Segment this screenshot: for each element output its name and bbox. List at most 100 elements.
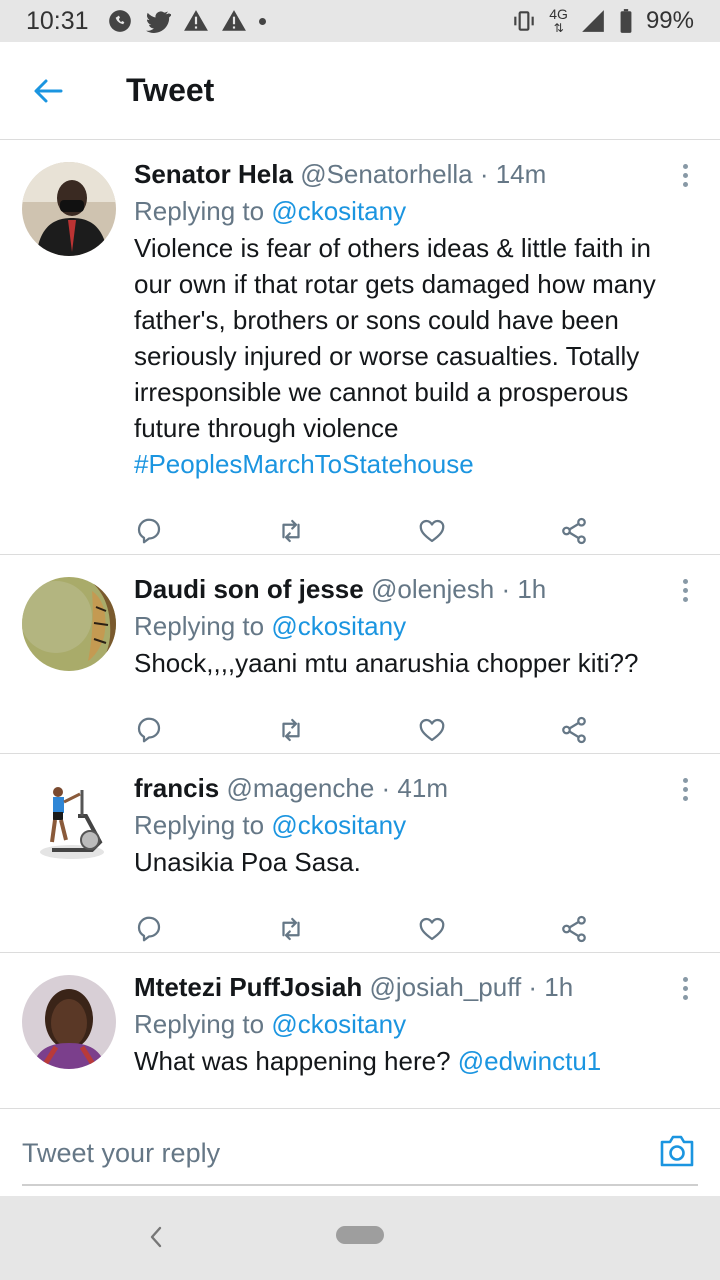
tweet-header: Mtetezi PuffJosiah @josiah_puff · 1h — [134, 969, 700, 1005]
replying-prefix: Replying to — [134, 1009, 265, 1039]
battery-icon — [620, 9, 632, 33]
share-button[interactable] — [559, 509, 701, 553]
avatar-image — [22, 577, 116, 671]
replying-prefix: Replying to — [134, 611, 265, 641]
tweet-time: · 1h — [528, 972, 574, 1002]
avatar[interactable] — [22, 776, 116, 870]
data-arrows-icon: ⇅ — [553, 21, 564, 35]
reply-icon — [137, 717, 161, 743]
replying-prefix: Replying to — [134, 196, 265, 226]
share-icon — [561, 915, 586, 943]
arrow-left-icon — [34, 79, 63, 102]
network-type: 4G ⇅ — [549, 6, 568, 35]
status-bar: 10:31 4G ⇅ 99% — [0, 0, 720, 42]
mention-link[interactable]: @edwinctu1 — [458, 1046, 601, 1076]
reply-composer — [0, 1108, 720, 1196]
share-button[interactable] — [559, 708, 701, 752]
tweet-text: Unasikia Poa Sasa. — [134, 844, 700, 880]
tweet-item[interactable]: Senator Hela @Senatorhella · 14m Replyin… — [0, 140, 720, 555]
status-left: 10:31 — [26, 7, 266, 36]
heart-icon — [419, 718, 445, 742]
replying-to-link[interactable]: @ckositany — [271, 810, 406, 840]
page-title: Tweet — [126, 72, 215, 108]
replying-prefix: Replying to — [134, 810, 265, 840]
like-button[interactable] — [417, 708, 559, 752]
tweet-item[interactable]: Mtetezi PuffJosiah @josiah_puff · 1h Rep… — [0, 953, 720, 1108]
reply-button[interactable] — [134, 509, 276, 553]
tweet-header: Daudi son of jesse @olenjesh · 1h — [134, 571, 700, 607]
signal-icon — [582, 10, 604, 32]
battery-percent: 99% — [645, 7, 694, 34]
replying-to: Replying to @ckositany — [134, 607, 700, 645]
whatsapp-icon — [108, 10, 131, 32]
avatar[interactable] — [22, 162, 116, 256]
twitter-icon — [145, 11, 171, 33]
author-name[interactable]: Mtetezi PuffJosiah — [134, 972, 362, 1002]
more-notifications-dot — [258, 17, 266, 25]
notification-icons — [107, 8, 266, 34]
heart-icon — [419, 917, 445, 941]
tweet-text-content: Shock,,,,yaani mtu anarushia chopper kit… — [134, 648, 639, 678]
warning-icon — [221, 10, 246, 31]
retweet-icon — [281, 718, 300, 742]
retweet-icon — [281, 917, 300, 941]
more-options-button[interactable] — [670, 160, 700, 190]
nav-back-icon[interactable] — [144, 1222, 168, 1252]
reply-icon — [137, 518, 161, 544]
more-options-button[interactable] — [670, 774, 700, 804]
replying-to: Replying to @ckositany — [134, 192, 700, 230]
avatar-image — [22, 975, 116, 1069]
heart-icon — [419, 519, 445, 543]
tweet-time: · 1h — [501, 574, 547, 604]
more-options-button[interactable] — [670, 575, 700, 605]
tweet-text: Violence is fear of others ideas & littl… — [134, 230, 700, 482]
share-icon — [561, 517, 586, 545]
tweet-item[interactable]: Daudi son of jesse @olenjesh · 1h Replyi… — [0, 555, 720, 754]
tweet-text-content: Unasikia Poa Sasa. — [134, 847, 361, 877]
composer-underline — [22, 1184, 698, 1186]
reply-input[interactable] — [22, 1129, 622, 1177]
nav-home-pill[interactable] — [336, 1226, 384, 1244]
tweet-text: Shock,,,,yaani mtu anarushia chopper kit… — [134, 645, 700, 681]
tweet-item[interactable]: francis @magenche · 41m Replying to @cko… — [0, 754, 720, 953]
tweet-text-content: What was happening here? — [134, 1046, 451, 1076]
share-button[interactable] — [559, 907, 701, 951]
author-name[interactable]: Senator Hela — [134, 159, 293, 189]
reply-button[interactable] — [134, 907, 276, 951]
author-handle: @Senatorhella — [300, 159, 473, 189]
author-handle: @josiah_puff — [369, 972, 522, 1002]
tweet-header: Senator Hela @Senatorhella · 14m — [134, 156, 700, 192]
share-icon — [561, 716, 586, 744]
camera-icon[interactable] — [658, 1133, 696, 1169]
replying-to-link[interactable]: @ckositany — [271, 196, 406, 226]
retweet-icon — [281, 519, 300, 543]
tweet-text: What was happening here? @edwinctu1 — [134, 1043, 700, 1079]
retweet-button[interactable] — [276, 907, 418, 951]
like-button[interactable] — [417, 907, 559, 951]
avatar[interactable] — [22, 577, 116, 671]
like-button[interactable] — [417, 509, 559, 553]
more-options-button[interactable] — [670, 973, 700, 1003]
retweet-button[interactable] — [276, 509, 418, 553]
avatar-image — [22, 162, 116, 256]
tweet-time: · 41m — [381, 773, 449, 803]
app-header: Tweet — [0, 42, 720, 140]
tweet-text-content: Violence is fear of others ideas & littl… — [134, 233, 656, 443]
reply-icon — [137, 916, 161, 942]
hashtag-link[interactable]: #PeoplesMarchToStatehouse — [134, 449, 474, 479]
avatar[interactable] — [22, 975, 116, 1069]
author-name[interactable]: Daudi son of jesse — [134, 574, 364, 604]
reply-button[interactable] — [134, 708, 276, 752]
replying-to-link[interactable]: @ckositany — [271, 1009, 406, 1039]
retweet-button[interactable] — [276, 708, 418, 752]
vibrate-icon — [514, 11, 535, 31]
author-name[interactable]: francis — [134, 773, 219, 803]
replying-to: Replying to @ckositany — [134, 1005, 700, 1043]
avatar-image — [22, 776, 116, 870]
tweet-list: Senator Hela @Senatorhella · 14m Replyin… — [0, 140, 720, 1108]
back-button[interactable] — [20, 63, 76, 119]
replying-to-link[interactable]: @ckositany — [271, 611, 406, 641]
tweet-time: · 14m — [479, 159, 547, 189]
status-right: 4G ⇅ 99% — [511, 7, 694, 35]
tweet-header: francis @magenche · 41m — [134, 770, 700, 806]
